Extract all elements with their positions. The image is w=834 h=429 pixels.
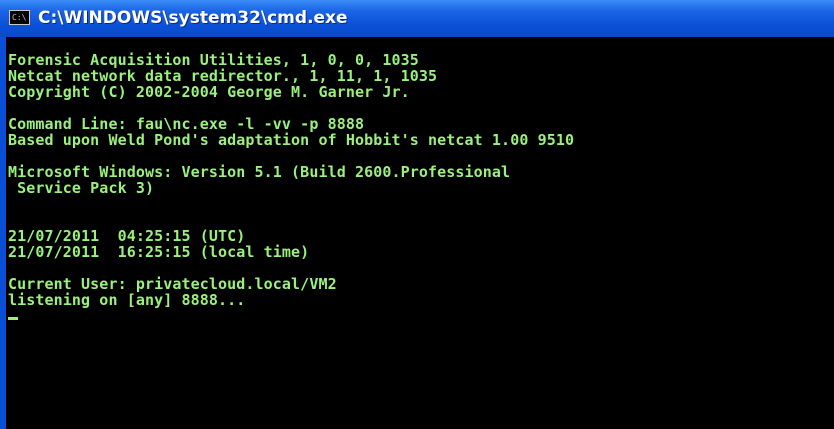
console-line: Copyright (C) 2002-2004 George M. Garner… xyxy=(8,83,410,101)
console-icon[interactable]: C:\ xyxy=(9,10,30,25)
console-line: Current User: privatecloud.local/VM2 xyxy=(8,275,337,293)
console-line: Service Pack 3) xyxy=(8,179,155,197)
cmd-window: C:\ C:\WINDOWS\system32\cmd.exe Forensic… xyxy=(0,0,834,429)
console-line: Based upon Weld Pond's adaptation of Hob… xyxy=(8,131,575,149)
console-line: Microsoft Windows: Version 5.1 (Build 26… xyxy=(8,163,511,181)
console-line: Forensic Acquisition Utilities, 1, 0, 0,… xyxy=(8,51,419,69)
console-line: Command Line: fau\nc.exe -l -vv -p 8888 xyxy=(8,115,365,133)
console-output[interactable]: Forensic Acquisition Utilities, 1, 0, 0,… xyxy=(6,37,834,429)
console-line: 21/07/2011 16:25:15 (local time) xyxy=(8,243,310,261)
console-line: 21/07/2011 04:25:15 (UTC) xyxy=(8,227,246,245)
console-lines: Forensic Acquisition Utilities, 1, 0, 0,… xyxy=(8,52,574,320)
console-line: listening on [any] 8888... xyxy=(8,291,246,309)
title-bar[interactable]: C:\ C:\WINDOWS\system32\cmd.exe xyxy=(0,0,834,37)
console-line: Netcat network data redirector., 1, 11, … xyxy=(8,67,438,85)
text-cursor xyxy=(8,317,18,320)
window-title: C:\WINDOWS\system32\cmd.exe xyxy=(38,8,348,28)
